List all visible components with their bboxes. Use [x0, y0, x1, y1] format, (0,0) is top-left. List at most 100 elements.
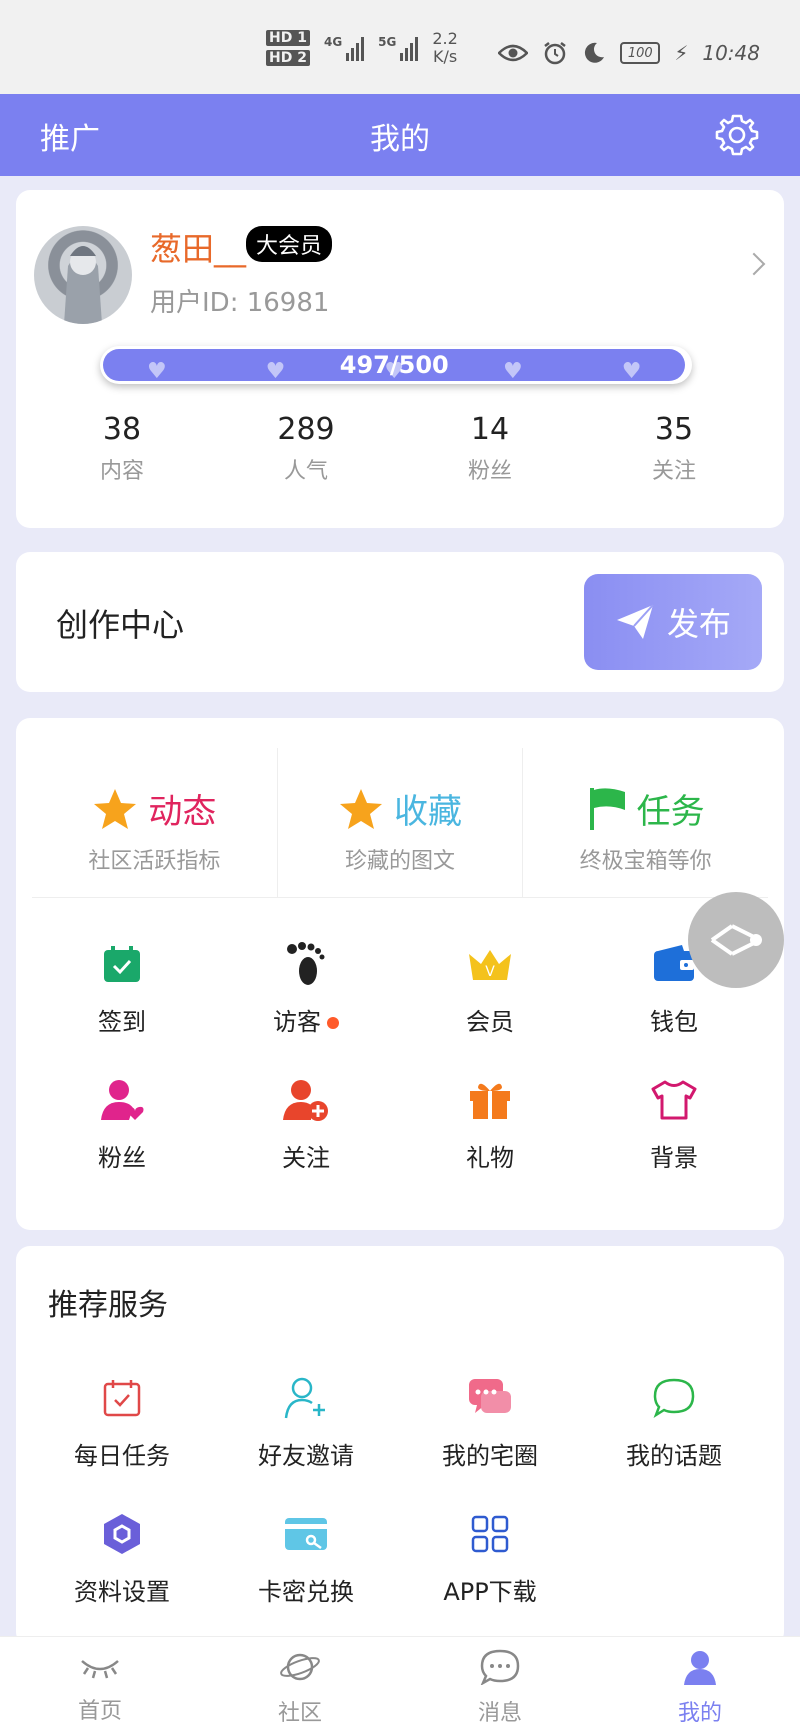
- follow-button[interactable]: 关注: [214, 1072, 398, 1173]
- progress-fill: ♥ ♥ ♥ ♥ ♥ 497/500: [103, 349, 686, 383]
- invite-friends-button[interactable]: 好友邀请: [214, 1370, 398, 1471]
- hd1-badge: HD 1: [266, 30, 310, 46]
- tab-label: 我的: [677, 1701, 722, 1726]
- service-label: 我的话题: [626, 1442, 722, 1470]
- my-topics-button[interactable]: 我的话题: [582, 1370, 766, 1471]
- feature-subtitle: 珍藏的图文: [345, 849, 456, 874]
- shortcut-label: 背景: [650, 1144, 698, 1172]
- publish-button[interactable]: 发布: [584, 574, 762, 670]
- stat-label: 内容: [99, 459, 144, 484]
- person-icon: [684, 1651, 716, 1685]
- stat-popularity[interactable]: 289 人气: [214, 412, 398, 485]
- star-icon: [94, 788, 137, 829]
- publish-label: 发布: [666, 605, 731, 643]
- card-key-icon: [285, 1518, 327, 1550]
- feature-subtitle: 终极宝箱等你: [579, 849, 712, 874]
- shortcut-label: 礼物: [466, 1144, 514, 1172]
- feature-dynamics[interactable]: 动态 社区活跃指标: [32, 748, 278, 897]
- tab-label: 消息: [477, 1701, 522, 1726]
- calendar-check-icon: [104, 946, 140, 982]
- service-label: 每日任务: [74, 1442, 170, 1470]
- profile-card[interactable]: 葱田__ 大会员 用户ID: 16981 ♥ ♥ ♥ ♥ ♥ 497/500 38 内容…: [16, 190, 784, 528]
- membership-button[interactable]: V 会员: [398, 936, 582, 1037]
- shirt-icon: [651, 1080, 697, 1120]
- svg-text:V: V: [485, 964, 495, 980]
- status-bar: HD 1 HD 2 4G 5G 2.2 K/s 100 ⚡ 10:48: [0, 0, 800, 94]
- crown-icon: V: [469, 950, 511, 980]
- service-label: 好友邀请: [258, 1442, 354, 1470]
- daily-task-button[interactable]: 每日任务: [30, 1370, 214, 1471]
- tab-community[interactable]: 社区: [200, 1637, 400, 1733]
- stat-fans[interactable]: 14 粉丝: [398, 412, 582, 485]
- charging-icon: ⚡: [674, 41, 689, 65]
- tab-messages[interactable]: 消息: [400, 1637, 600, 1733]
- stats-row: 38 内容 289 人气 14 粉丝 35 关注: [16, 412, 784, 485]
- feature-tasks[interactable]: 任务 终极宝箱等你: [523, 748, 768, 897]
- services-title: 推荐服务: [48, 1288, 168, 1323]
- card-redeem-button[interactable]: 卡密兑换: [214, 1506, 398, 1607]
- alarm-icon: [544, 42, 567, 65]
- feature-title: 收藏: [394, 792, 462, 832]
- checkin-button[interactable]: 签到: [30, 936, 214, 1037]
- star-icon: [340, 788, 382, 829]
- chat-bubbles-icon: [469, 1379, 511, 1413]
- tab-home[interactable]: 首页: [0, 1637, 200, 1733]
- shortcut-label: 访客: [273, 1008, 321, 1036]
- app-grid-icon: [471, 1515, 509, 1553]
- user-heart-icon: [101, 1080, 144, 1120]
- speech-bubble-icon: [653, 1378, 695, 1419]
- app-download-button[interactable]: APP下载: [398, 1506, 582, 1607]
- footprint-icon: [287, 942, 325, 985]
- feature-title: 任务: [636, 792, 705, 832]
- my-circle-button[interactable]: 我的宅圈: [398, 1370, 582, 1471]
- creation-center-title: 创作中心: [56, 606, 185, 644]
- calendar-task-icon: [103, 1380, 141, 1417]
- profile-settings-button[interactable]: 资料设置: [30, 1506, 214, 1607]
- shortcut-label: 关注: [282, 1144, 330, 1172]
- message-icon: [480, 1649, 520, 1686]
- status-left: HD 1 HD 2 4G 5G 2.2 K/s: [266, 30, 458, 66]
- tab-mine[interactable]: 我的: [600, 1637, 800, 1733]
- gear-icon[interactable]: [712, 110, 762, 160]
- stat-content[interactable]: 38 内容: [30, 412, 214, 485]
- user-add-icon: [283, 1080, 328, 1121]
- stat-label: 粉丝: [467, 459, 512, 484]
- tab-label: 社区: [277, 1701, 322, 1726]
- gift-button[interactable]: 礼物: [398, 1072, 582, 1173]
- shortcut-label: 钱包: [650, 1008, 698, 1036]
- service-label: APP下载: [443, 1578, 537, 1606]
- page-title: 我的: [370, 122, 430, 157]
- hd-indicators: HD 1 HD 2: [266, 30, 310, 66]
- user-id: 用户ID: 16981: [150, 288, 330, 318]
- service-label: 卡密兑换: [258, 1578, 354, 1606]
- planet-icon: [280, 1653, 320, 1681]
- stat-following[interactable]: 35 关注: [582, 412, 766, 485]
- vip-badge: 大会员: [246, 226, 333, 262]
- level-progress-bar: ♥ ♥ ♥ ♥ ♥ 497/500: [100, 346, 692, 384]
- status-right: 100 ⚡ 10:48: [498, 40, 760, 66]
- service-label: 我的宅圈: [442, 1442, 538, 1470]
- paper-plane-icon: [616, 604, 654, 639]
- feature-title: 动态: [148, 792, 217, 832]
- service-label: 资料设置: [74, 1578, 170, 1606]
- background-button[interactable]: 背景: [582, 1072, 766, 1173]
- clock: 10:48: [702, 41, 760, 65]
- floating-share-button[interactable]: [688, 892, 784, 988]
- shortcut-grid-row1: 签到 访客 V 会员 钱包: [16, 936, 784, 1037]
- signal-5g-icon: 5G: [378, 35, 419, 61]
- feature-row: 动态 社区活跃指标 收藏 珍藏的图文 任务 终极宝箱等你: [32, 748, 768, 898]
- feature-subtitle: 社区活跃指标: [88, 849, 221, 874]
- feature-favorites[interactable]: 收藏 珍藏的图文: [278, 748, 524, 897]
- visitors-button[interactable]: 访客: [214, 936, 398, 1037]
- recommended-services-card: 推荐服务 每日任务 好友邀请 我的宅圈 我的话题 资料设置 卡密兑换 APP下载: [16, 1246, 784, 1646]
- fans-button[interactable]: 粉丝: [30, 1072, 214, 1173]
- gift-icon: [470, 1083, 510, 1119]
- avatar[interactable]: [34, 226, 132, 324]
- services-row2: 资料设置 卡密兑换 APP下载: [16, 1506, 784, 1607]
- notification-dot: [327, 1017, 339, 1029]
- stat-value: 35: [654, 412, 694, 447]
- chevron-right-icon[interactable]: [742, 252, 766, 276]
- signal-4g-icon: 4G: [324, 35, 365, 61]
- top-header: 推广 我的: [0, 94, 800, 176]
- username: 葱田__: [150, 230, 247, 268]
